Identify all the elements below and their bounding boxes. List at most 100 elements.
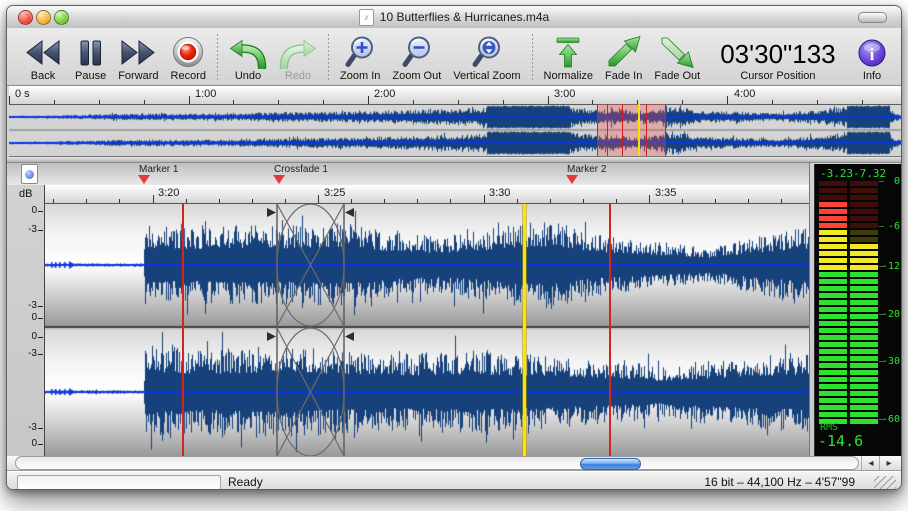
fade-in-button[interactable]: Fade In xyxy=(599,30,648,85)
record-button[interactable]: Record xyxy=(165,30,212,85)
meter-segment xyxy=(819,209,847,214)
cursor-position-display: 03'30"133Cursor Position xyxy=(706,30,841,85)
meter-segment xyxy=(850,398,878,403)
ruler-label: 3:25 xyxy=(324,187,345,199)
ruler-tick xyxy=(616,199,617,203)
toolbar-button-label: Back xyxy=(31,70,55,82)
toolbar-button-label: Info xyxy=(863,70,881,82)
toolbar-toggle-pill-button[interactable] xyxy=(858,12,887,23)
ruler-label: 3:35 xyxy=(655,187,676,199)
back-button[interactable]: Back xyxy=(17,30,69,85)
zoom-in-button[interactable]: Zoom In xyxy=(334,30,386,85)
main-waveform-canvas[interactable] xyxy=(45,204,809,456)
ruler-tick xyxy=(781,199,782,203)
scrollbar-thumb[interactable] xyxy=(580,458,641,470)
undo-button[interactable]: Undo xyxy=(223,30,273,85)
zoom-in-icon xyxy=(344,34,376,69)
ruler-tick xyxy=(219,199,220,203)
ruler-tick xyxy=(484,195,485,203)
scroll-right-arrow[interactable]: ▸ xyxy=(879,456,898,470)
resize-grip[interactable] xyxy=(874,476,896,489)
ruler-tick xyxy=(186,199,187,203)
ruler-label: 3:00 xyxy=(554,88,575,100)
main-time-ruler[interactable]: 3:203:253:303:35 xyxy=(44,185,809,204)
forward-button[interactable]: Forward xyxy=(112,30,164,85)
db-scale-value: 0 xyxy=(31,331,37,342)
overview-waveform[interactable] xyxy=(9,104,901,157)
db-scale-gutter: 0-3-300-3-30 xyxy=(7,185,44,456)
meter-segment xyxy=(819,342,847,347)
marker-triangle[interactable] xyxy=(566,175,578,184)
toolbar-button-label: Fade In xyxy=(605,70,642,82)
meter-segment xyxy=(850,370,878,375)
meter-scale-label: -12 xyxy=(870,261,900,272)
meter-segment xyxy=(850,195,878,200)
ruler-label: 0 s xyxy=(15,88,30,100)
db-scale-value: -3 xyxy=(28,348,37,359)
scrollbar-track[interactable] xyxy=(15,456,859,470)
meter-segment xyxy=(819,237,847,242)
ruler-tick xyxy=(285,199,286,203)
ruler-tick xyxy=(86,199,87,203)
db-scale-value: 0 xyxy=(31,312,37,323)
overview-waveform-canvas[interactable] xyxy=(9,104,901,156)
horizontal-scrollbar[interactable]: ◂ ▸ xyxy=(7,456,901,471)
record-icon xyxy=(171,34,205,69)
meter-segment xyxy=(850,377,878,382)
ruler-tick xyxy=(682,199,683,203)
fade-in-icon xyxy=(606,34,642,69)
meter-segment xyxy=(850,286,878,291)
meter-segment xyxy=(850,384,878,389)
meter-segment xyxy=(819,188,847,193)
db-scale-tick xyxy=(38,444,43,445)
meter-segment xyxy=(850,237,878,242)
ruler-tick xyxy=(153,195,154,203)
audio-format-text: 16 bit – 44,100 Hz – 4'57"99 xyxy=(704,475,855,489)
marker-triangle[interactable] xyxy=(138,175,150,184)
overview-time-ruler[interactable]: 0 s1:002:003:004:00 xyxy=(9,86,901,105)
db-scale-tick xyxy=(38,318,43,319)
ruler-tick xyxy=(384,199,385,203)
fade-out-button[interactable]: Fade Out xyxy=(648,30,706,85)
ruler-tick xyxy=(583,199,584,203)
toolbar-button-label: Record xyxy=(171,70,206,82)
wave-right-border xyxy=(809,163,810,456)
meter-segment xyxy=(850,335,878,340)
toolbar-button-label: Zoom Out xyxy=(392,70,441,82)
db-scale-value: -3 xyxy=(28,422,37,433)
ruler-tick xyxy=(252,199,253,203)
ruler-tick xyxy=(318,195,319,203)
vertical-zoom-button[interactable]: Vertical Zoom xyxy=(447,30,526,85)
meter-segment xyxy=(819,272,847,277)
zoom-out-button[interactable]: Zoom Out xyxy=(386,30,447,85)
meter-segment xyxy=(819,412,847,417)
progress-well xyxy=(17,475,221,490)
title-bar[interactable]: ♪ 10 Butterflies & Hurricanes.m4a xyxy=(7,6,901,29)
redo-button[interactable]: Redo xyxy=(273,30,323,85)
meter-segment xyxy=(819,202,847,207)
scroll-left-arrow[interactable]: ◂ xyxy=(861,456,880,470)
meter-segment xyxy=(850,279,878,284)
db-scale-tick xyxy=(38,306,43,307)
meter-segment xyxy=(819,356,847,361)
toolbar-button-label: Undo xyxy=(235,70,261,82)
meter-segment xyxy=(850,188,878,193)
meter-segment xyxy=(819,265,847,270)
meter-segment xyxy=(850,293,878,298)
level-meter-panel: -3.23 -7.32 RMS -14.6 0-6-12-20-30-60 xyxy=(814,164,902,456)
marker-triangle[interactable] xyxy=(273,175,285,184)
status-bar: Ready 16 bit – 44,100 Hz – 4'57"99 xyxy=(7,471,901,490)
meter-segment xyxy=(819,328,847,333)
info-button[interactable]: iInfo xyxy=(851,30,893,85)
ruler-tick xyxy=(715,199,716,203)
pause-button[interactable]: Pause xyxy=(69,30,112,85)
cursor-position-label: Cursor Position xyxy=(740,70,815,82)
forward-icon xyxy=(118,34,158,69)
normalize-button[interactable]: Normalize xyxy=(538,30,600,85)
marker-strip[interactable]: Marker 1Crossfade 1Marker 2 xyxy=(7,163,809,185)
meter-segment xyxy=(819,398,847,403)
ruler-tick xyxy=(368,96,369,104)
meter-scale-label: -30 xyxy=(870,356,900,367)
meter-segment xyxy=(819,307,847,312)
ruler-tick xyxy=(450,199,451,203)
